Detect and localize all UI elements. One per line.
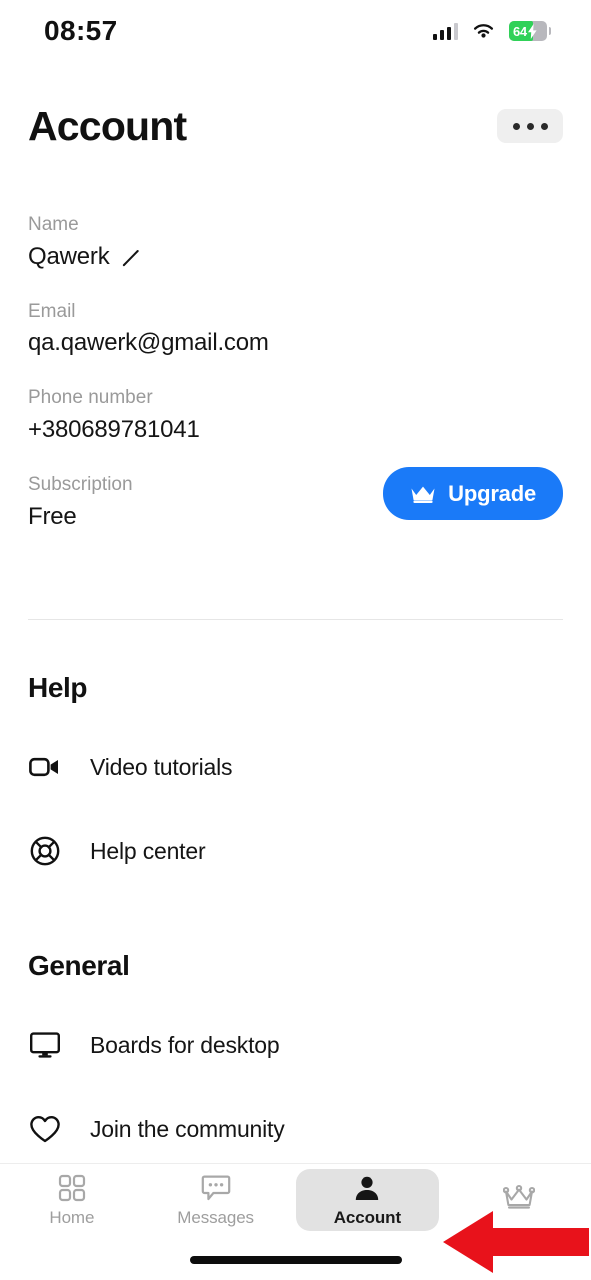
tab-premium[interactable] xyxy=(447,1169,591,1231)
tab-account[interactable]: Account xyxy=(295,1169,440,1231)
section-divider xyxy=(28,619,563,620)
battery-charging-icon: 64 xyxy=(509,21,551,41)
field-value: Free xyxy=(28,502,77,530)
crown-icon xyxy=(503,1183,536,1213)
row-label: Video tutorials xyxy=(90,753,233,780)
row-label: Help center xyxy=(90,837,206,864)
field-label: Name xyxy=(28,214,79,235)
section-title-help: Help xyxy=(28,672,88,703)
row-video-tutorials[interactable]: Video tutorials xyxy=(28,740,563,794)
heart-icon xyxy=(28,1112,62,1146)
row-label: Join the community xyxy=(90,1115,285,1142)
video-camera-icon xyxy=(28,750,62,784)
pencil-edit-icon[interactable] xyxy=(121,247,142,268)
lifebuoy-icon xyxy=(28,834,62,868)
account-field-email: Email qa.qawerk@gmail.com xyxy=(28,301,563,359)
field-value: qa.qawerk@gmail.com xyxy=(28,329,269,357)
battery-percent-label: 64 xyxy=(513,23,527,39)
status-bar: 08:57 64 xyxy=(0,0,591,62)
monitor-icon xyxy=(28,1028,62,1062)
page-title: Account xyxy=(28,102,187,149)
section-title-general: General xyxy=(28,950,130,981)
tab-messages[interactable]: Messages xyxy=(144,1169,288,1231)
crown-icon xyxy=(411,486,435,503)
more-dot-icon xyxy=(540,122,548,130)
account-info-list: Name Qawerk Email qa.qawerk@gmail.com Ph… xyxy=(28,214,563,531)
account-field-phone: Phone number +380689781041 xyxy=(28,387,563,445)
account-field-subscription: Subscription Free Upgrade xyxy=(28,467,563,532)
person-icon xyxy=(353,1173,381,1203)
general-section: General Boards for desktop Join the comm… xyxy=(28,950,563,1156)
row-label: Boards for desktop xyxy=(90,1031,280,1058)
page-header: Account xyxy=(0,96,591,156)
field-value: Qawerk xyxy=(28,242,110,270)
field-value: +380689781041 xyxy=(28,415,200,443)
charging-bolt-icon xyxy=(527,23,537,39)
chat-bubble-icon xyxy=(201,1173,231,1203)
more-dot-icon xyxy=(512,122,520,130)
row-join-the-community[interactable]: Join the community xyxy=(28,1102,563,1156)
upgrade-button[interactable]: Upgrade xyxy=(383,467,563,521)
home-indicator xyxy=(189,1256,402,1264)
more-dot-icon xyxy=(526,122,534,130)
upgrade-button-label: Upgrade xyxy=(448,480,536,506)
more-options-button[interactable] xyxy=(497,109,563,143)
account-field-name: Name Qawerk xyxy=(28,214,563,272)
field-label: Phone number xyxy=(28,387,153,409)
wifi-icon xyxy=(473,24,494,38)
row-boards-for-desktop[interactable]: Boards for desktop xyxy=(28,1018,563,1072)
tab-label: Account xyxy=(333,1207,402,1227)
bottom-tab-bar: Home Messages Account xyxy=(0,1163,591,1280)
field-label: Email xyxy=(28,300,76,322)
row-help-center[interactable]: Help center xyxy=(28,824,563,878)
status-clock: 08:57 xyxy=(44,15,118,46)
tab-label: Home xyxy=(49,1207,95,1227)
status-indicators: 64 xyxy=(432,21,551,41)
tab-label: Messages xyxy=(177,1207,254,1227)
grid-icon xyxy=(58,1173,86,1203)
mobile-screen: 08:57 64 Account Name Qawerk Email qa.qa… xyxy=(0,0,591,1280)
field-label: Subscription xyxy=(28,473,133,495)
cellular-signal-icon xyxy=(432,22,458,40)
help-section: Help Video tutorials Help center xyxy=(28,672,563,878)
tab-home[interactable]: Home xyxy=(0,1169,144,1231)
